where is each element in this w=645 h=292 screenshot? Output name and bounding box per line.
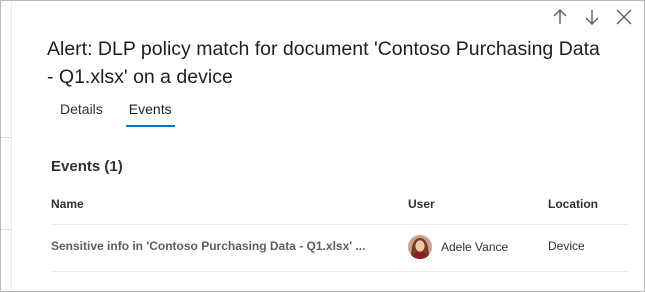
events-heading: Events (1): [51, 158, 123, 175]
table-row[interactable]: Sensitive info in 'Contoso Purchasing Da…: [51, 225, 629, 272]
next-item-button[interactable]: [578, 5, 606, 29]
arrow-down-icon: [585, 10, 599, 25]
table-header: Name User Location: [51, 191, 629, 225]
previous-item-button[interactable]: [546, 5, 574, 29]
alert-panel: Alert: DLP policy match for document 'Co…: [0, 0, 645, 292]
event-location: Device: [548, 239, 585, 253]
tab-events[interactable]: Events: [116, 99, 185, 127]
column-header-user[interactable]: User: [408, 197, 435, 211]
avatar: [408, 235, 432, 259]
panel-edge: [11, 1, 12, 291]
user-name: Adele Vance: [441, 240, 509, 254]
tab-bar: Details Events: [47, 99, 185, 127]
event-user: Adele Vance: [408, 235, 508, 259]
arrow-up-icon: [553, 9, 567, 24]
tab-details[interactable]: Details: [47, 99, 116, 127]
background-divider: [1, 137, 11, 138]
events-table: Name User Location Sensitive info in 'Co…: [51, 191, 629, 272]
event-name[interactable]: Sensitive info in 'Contoso Purchasing Da…: [51, 239, 396, 253]
close-button[interactable]: [610, 5, 638, 29]
background-divider: [1, 229, 11, 230]
close-icon: [616, 9, 632, 25]
alert-title: Alert: DLP policy match for document 'Co…: [47, 38, 600, 88]
column-header-name[interactable]: Name: [51, 197, 84, 211]
panel-nav-controls: [546, 5, 638, 29]
column-header-location[interactable]: Location: [548, 197, 598, 211]
